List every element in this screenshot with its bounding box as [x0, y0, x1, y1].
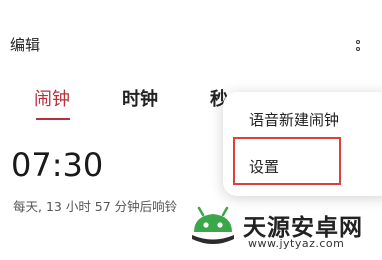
watermark-url: www.jytyaz.com [248, 237, 345, 250]
alarm-time[interactable]: 07:30 [11, 146, 103, 184]
settings-highlight-box [233, 137, 341, 185]
menu-item-voice-new-alarm[interactable]: 语音新建闹钟 [249, 109, 339, 130]
tab-clock[interactable]: 时钟 [122, 85, 158, 111]
tab-alarm-underline [36, 118, 70, 120]
more-options-button[interactable] [348, 34, 368, 56]
more-dot-icon [356, 39, 360, 44]
alarm-description: 每天, 13 小时 57 分钟后响铃 [13, 199, 178, 214]
more-dot-icon [356, 46, 360, 51]
header-title[interactable]: 编辑 [10, 34, 40, 55]
android-logo-icon [192, 206, 234, 244]
watermark: 天源安卓网 www.jytyaz.com [188, 196, 378, 258]
tab-alarm[interactable]: 闹钟 [34, 85, 70, 111]
